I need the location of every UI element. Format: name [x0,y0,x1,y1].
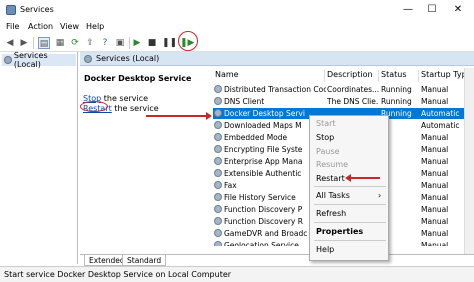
pause-icon[interactable]: ❚❚ [162,37,177,49]
submenu-arrow-icon: › [378,191,382,200]
forward-arrow-icon[interactable]: ▶ [18,37,30,49]
context-menu-separator [314,240,386,241]
extended-detail-pane: Docker Desktop Service Stop the service … [80,68,210,246]
status-bar: Start service Docker Desktop Service on … [0,266,474,282]
context-menu-stop[interactable]: Stop [316,133,334,142]
context-menu-start: Start [316,119,336,128]
column-header-name[interactable]: Name [215,70,325,82]
panel-title: Services (Local) [96,54,160,63]
stop-icon[interactable]: ■ [146,37,158,49]
restart-annotation-arrow-head [345,174,351,182]
gear-icon [214,241,222,246]
tree-item-services-local[interactable]: Services (Local) [2,51,76,69]
context-menu-properties[interactable]: Properties [316,227,363,236]
column-header-description[interactable]: Description [327,70,379,82]
menu-action[interactable]: Action [28,22,53,31]
toolbar: ◀ ▶ ▤ ▦ ⟳ ⇪ ? ▣ ▶ ■ ❚❚ ❚▶ [0,34,474,52]
cell-status: Running [381,85,412,94]
annotation-arrow-line [146,115,208,117]
restart-action-text: the service [111,104,159,113]
properties-icon[interactable]: ▦ [54,37,66,49]
console-tree: Services (Local) [0,51,78,264]
export-icon[interactable]: ⇪ [84,37,96,49]
gear-icon [214,121,222,129]
menu-view[interactable]: View [60,22,79,31]
selected-service-name: Docker Desktop Service [84,74,192,83]
context-menu: Start Stop Pause Resume Restart All Task… [309,115,389,261]
restart-annotation-arrow-line [350,177,380,179]
minimize-button[interactable]: — [396,3,420,17]
context-menu-restart[interactable]: Restart [316,174,345,183]
gear-icon [214,157,222,165]
gear-icon [214,193,222,201]
toolbar-separator [129,37,130,49]
context-menu-separator [314,222,386,223]
gear-icon [214,229,222,237]
console-icon[interactable]: ▣ [114,37,126,49]
column-header-status[interactable]: Status [381,70,419,82]
back-arrow-icon[interactable]: ◀ [4,37,16,49]
table-row[interactable]: DNS Client The DNS Clie... Running Manual [213,96,474,107]
context-menu-separator [314,186,386,187]
gear-icon [214,205,222,213]
context-menu-separator [314,204,386,205]
gear-icon [214,85,222,93]
gear-icon [84,54,92,63]
cell-status: Running [381,97,412,106]
menu-file[interactable]: File [6,22,19,31]
gear-icon [214,145,222,153]
context-menu-refresh[interactable]: Refresh [316,209,346,218]
console-tree-icon[interactable]: ▤ [38,37,50,49]
restart-toolbar-annotation-circle [178,31,198,51]
view-tabs: Extended Standard [80,254,474,266]
table-row[interactable]: Distributed Transaction Coor...Coordinat… [213,84,474,95]
panel-header: Services (Local) [80,52,474,66]
menu-bar: File Action View Help [0,20,474,34]
gear-icon [214,217,222,225]
cell-desc: The DNS Clie... [327,97,379,106]
gear-icon [4,56,12,64]
cell-name: DNS Client [224,97,265,106]
gear-icon [214,181,222,189]
gear-icon [214,109,222,117]
cell-name: Distributed Transaction Coor... [224,85,326,94]
context-menu-pause: Pause [316,147,340,156]
gear-icon [214,97,222,105]
refresh-icon[interactable]: ⟳ [69,37,81,49]
gear-icon [214,169,222,177]
context-menu-all-tasks[interactable]: All Tasks [316,191,350,200]
context-menu-help[interactable]: Help [316,245,334,254]
window-title: Services [20,5,54,14]
annotation-arrow-head [206,112,212,120]
gear-icon [214,133,222,141]
toolbar-separator [33,37,34,49]
close-button[interactable]: ✕ [446,3,470,17]
maximize-button[interactable]: ☐ [420,3,444,17]
context-menu-resume: Resume [316,160,349,169]
play-icon[interactable]: ▶ [131,37,143,49]
help-icon[interactable]: ? [99,37,111,49]
stop-action-text: the service [101,94,149,103]
cell-desc: Coordinates... [327,85,379,94]
main-panel: Services (Local) Docker Desktop Service … [80,52,474,264]
tab-standard[interactable]: Standard [122,255,167,266]
restart-link-annotation-oval [80,101,108,112]
vertical-scrollbar[interactable] [464,68,474,254]
title-bar: Services — ☐ ✕ [0,0,474,20]
tree-item-label: Services (Local) [13,51,48,69]
services-app-icon [6,5,16,15]
menu-help[interactable]: Help [86,22,104,31]
